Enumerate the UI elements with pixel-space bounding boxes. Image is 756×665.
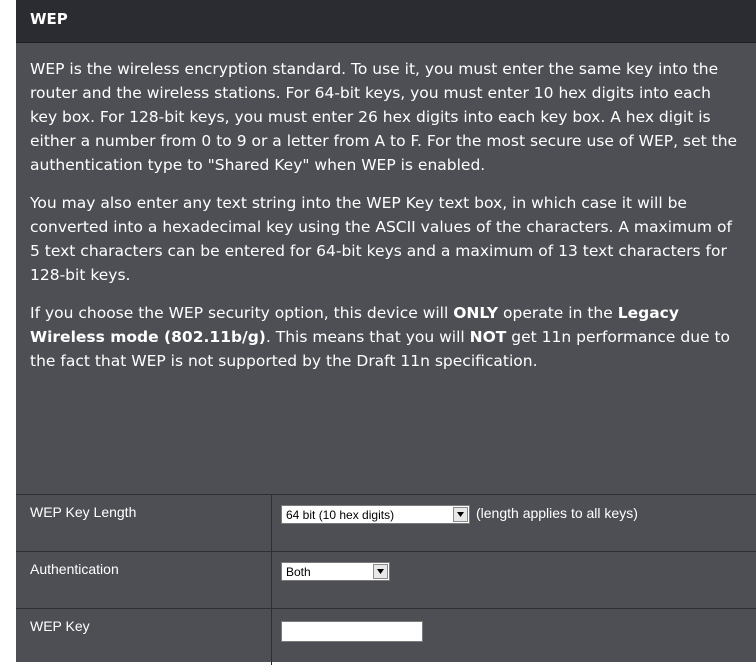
desc-p3-not: NOT — [469, 328, 507, 346]
authentication-selected-value: Both — [286, 565, 311, 579]
desc-p3-part-e: . This means that you will — [265, 328, 470, 346]
section-title: WEP — [30, 10, 68, 28]
authentication-row: Authentication Both — [16, 551, 756, 608]
chevron-down-icon[interactable] — [453, 507, 468, 522]
key-length-row: WEP Key Length 64 bit (10 hex digits) (l… — [16, 494, 756, 551]
desc-p3-only: ONLY — [453, 304, 499, 322]
description-text: WEP is the wireless encryption standard.… — [30, 57, 742, 387]
column-divider — [271, 552, 272, 608]
wep-panel: WEP WEP is the wireless encryption stand… — [16, 0, 756, 665]
description-paragraph-1: WEP is the wireless encryption standard.… — [30, 60, 738, 174]
wep-key-row: WEP Key — [16, 608, 756, 665]
column-divider — [271, 495, 272, 551]
key-length-label: WEP Key Length — [30, 504, 137, 520]
key-length-selected-value: 64 bit (10 hex digits) — [286, 508, 395, 522]
chevron-down-icon[interactable] — [373, 564, 388, 579]
key-length-note: (length applies to all keys) — [476, 505, 638, 521]
wep-key-label: WEP Key — [30, 618, 90, 634]
section-header: WEP — [16, 0, 756, 43]
desc-p3-part-c: operate in the — [498, 304, 618, 322]
authentication-select[interactable]: Both — [281, 562, 390, 581]
column-divider — [271, 609, 272, 665]
authentication-label: Authentication — [30, 561, 119, 577]
description-paragraph-3: If you choose the WEP security option, t… — [30, 301, 742, 373]
wep-key-input[interactable] — [281, 621, 423, 642]
key-length-select[interactable]: 64 bit (10 hex digits) — [281, 505, 470, 524]
desc-p3-part-a: If you choose the WEP security option, t… — [30, 304, 454, 322]
description-paragraph-2: You may also enter any text string into … — [30, 194, 732, 284]
